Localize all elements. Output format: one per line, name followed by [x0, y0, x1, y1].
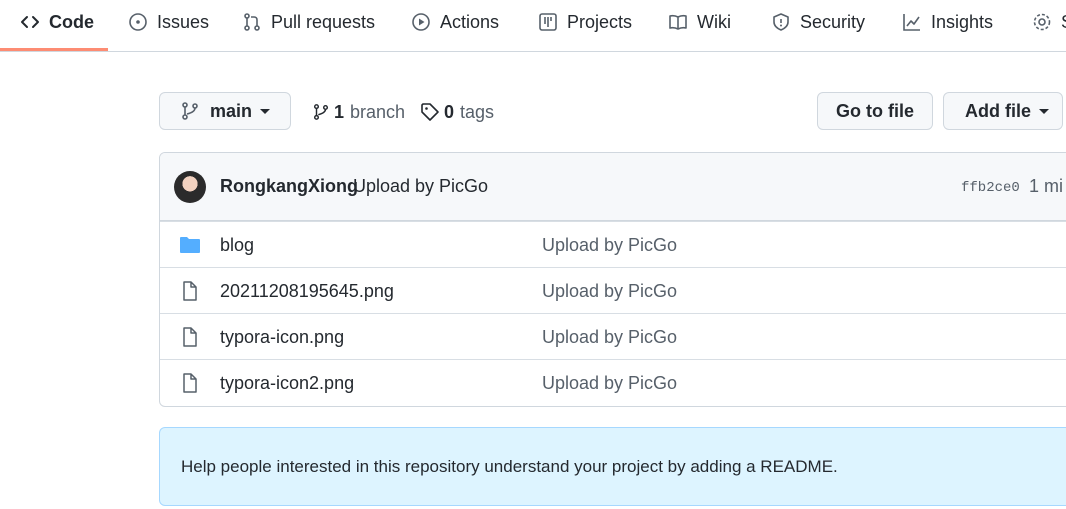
chevron-down-icon: [260, 108, 271, 114]
tab-security[interactable]: Security: [771, 0, 865, 44]
file-name[interactable]: typora-icon.png: [220, 327, 344, 348]
tag-icon: [420, 102, 440, 122]
folder-icon: [179, 235, 201, 255]
tab-insights[interactable]: Insights: [902, 0, 993, 44]
pull-request-icon: [242, 12, 262, 32]
file-commit-message[interactable]: Upload by PicGo: [542, 373, 677, 394]
add-file-button[interactable]: Add file: [943, 92, 1063, 130]
file-icon: [179, 327, 201, 347]
tags-label: tags: [460, 101, 495, 122]
commit-message[interactable]: Upload by PicGo: [353, 176, 488, 197]
file-name[interactable]: typora-icon2.png: [220, 373, 354, 394]
tags-count: 0: [444, 101, 455, 122]
tab-code[interactable]: Code: [20, 0, 94, 44]
branch-select-button[interactable]: main: [159, 92, 291, 130]
latest-commit-bar: RongkangXiong Upload by PicGo ffb2ce0 1 …: [160, 153, 1066, 221]
file-name[interactable]: blog: [220, 235, 254, 256]
active-tab-underline: [0, 48, 108, 51]
tab-label: Issues: [157, 11, 210, 32]
add-file-label: Add file: [965, 100, 1031, 121]
tab-settings[interactable]: S: [1032, 0, 1066, 44]
branch-select-label: main: [210, 100, 253, 121]
tab-actions[interactable]: Actions: [411, 0, 499, 44]
tab-label: Pull requests: [271, 11, 376, 32]
shield-icon: [771, 12, 791, 32]
readme-banner: Help people interested in this repositor…: [159, 427, 1066, 506]
branch-icon: [180, 101, 200, 121]
tab-issues[interactable]: Issues: [128, 0, 209, 44]
file-icon: [179, 281, 201, 301]
commit-sha[interactable]: ffb2ce0: [961, 180, 1020, 196]
file-row[interactable]: blog Upload by PicGo: [160, 221, 1066, 267]
file-row[interactable]: typora-icon2.png Upload by PicGo: [160, 359, 1066, 405]
tab-pull-requests[interactable]: Pull requests: [242, 0, 375, 44]
issue-icon: [128, 12, 148, 32]
file-icon: [179, 373, 201, 393]
commit-time: 1 mi: [1029, 176, 1064, 196]
tab-label: Projects: [567, 11, 633, 32]
file-row[interactable]: typora-icon.png Upload by PicGo: [160, 313, 1066, 359]
tab-label: Security: [800, 11, 866, 32]
tags-link[interactable]: 0 tags: [420, 98, 494, 126]
file-commit-message[interactable]: Upload by PicGo: [542, 327, 677, 348]
file-row[interactable]: 20211208195645.png Upload by PicGo: [160, 267, 1066, 313]
tab-label: Wiki: [697, 11, 731, 32]
tab-projects[interactable]: Projects: [538, 0, 632, 44]
branch-icon: [312, 102, 330, 122]
tab-label: Insights: [931, 11, 994, 32]
file-commit-message[interactable]: Upload by PicGo: [542, 281, 677, 302]
commit-author[interactable]: RongkangXiong: [220, 176, 358, 197]
file-name[interactable]: 20211208195645.png: [220, 281, 394, 302]
file-list: RongkangXiong Upload by PicGo ffb2ce0 1 …: [159, 152, 1066, 407]
go-to-file-button[interactable]: Go to file: [817, 92, 933, 130]
branches-count: 1: [334, 101, 345, 122]
play-icon: [411, 12, 431, 32]
tab-label: S: [1061, 12, 1066, 33]
go-to-file-label: Go to file: [836, 100, 914, 121]
tab-wiki[interactable]: Wiki: [668, 0, 731, 44]
gear-icon: [1032, 12, 1052, 32]
tab-label: Code: [49, 11, 94, 32]
book-icon: [668, 12, 688, 32]
code-icon: [20, 12, 40, 32]
tab-label: Actions: [440, 11, 500, 32]
file-commit-message[interactable]: Upload by PicGo: [542, 235, 677, 256]
graph-icon: [902, 12, 922, 32]
branches-label: branch: [350, 101, 406, 122]
readme-banner-text: Help people interested in this repositor…: [181, 457, 838, 476]
chevron-down-icon: [1039, 108, 1049, 114]
avatar[interactable]: [174, 171, 206, 203]
branches-link[interactable]: 1 branch: [312, 98, 405, 126]
project-icon: [538, 12, 558, 32]
repo-nav: Code Issues Pull requests Actions Projec…: [0, 0, 1066, 52]
